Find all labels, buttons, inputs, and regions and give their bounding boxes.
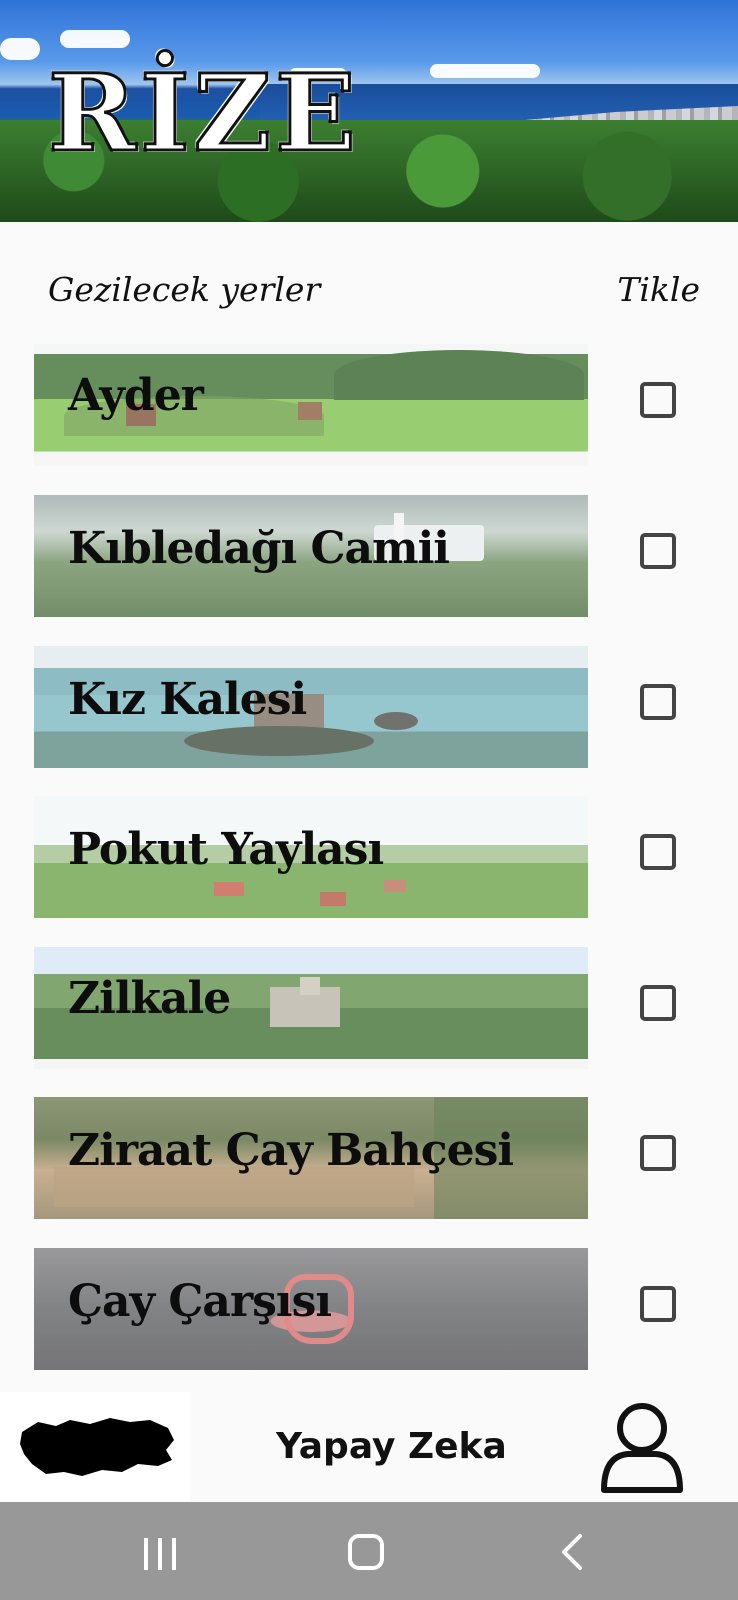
check-column-title: Tikle xyxy=(617,270,700,309)
ai-button-label[interactable]: Yapay Zeka xyxy=(276,1426,507,1467)
system-nav-bar xyxy=(0,1502,738,1600)
place-checkbox[interactable] xyxy=(640,382,676,418)
home-button[interactable] xyxy=(336,1530,396,1574)
place-checkbox[interactable] xyxy=(640,533,676,569)
place-checkbox[interactable] xyxy=(640,1135,676,1171)
banner-cloud xyxy=(0,38,40,60)
place-row-zilkale: Zilkale xyxy=(34,947,738,1069)
place-checkbox[interactable] xyxy=(640,985,676,1021)
place-name: Kıbledağı Camii xyxy=(68,523,450,574)
app-screen: RİZE Gezilecek yerler Tikle Ayder Kıbled… xyxy=(0,0,738,1600)
place-checkbox[interactable] xyxy=(640,684,676,720)
place-checkbox[interactable] xyxy=(640,1286,676,1322)
place-row-pokut: Pokut Yaylası xyxy=(34,796,738,918)
places-column-title: Gezilecek yerler xyxy=(48,270,321,309)
banner-cloud xyxy=(430,64,540,78)
user-icon xyxy=(601,1403,683,1493)
place-row-cay-carsisi: Çay Çarşısı xyxy=(34,1248,738,1370)
place-name: Çay Çarşısı xyxy=(68,1276,332,1327)
profile-button[interactable] xyxy=(598,1398,686,1498)
back-icon xyxy=(562,1534,582,1570)
place-name: Ziraat Çay Bahçesi xyxy=(68,1125,514,1176)
place-row-kiz-kalesi: Kız Kalesi xyxy=(34,646,738,768)
bottom-bar: Yapay Zeka xyxy=(0,1392,738,1502)
recents-icon xyxy=(144,1538,176,1570)
recents-button[interactable] xyxy=(130,1530,190,1574)
place-checkbox[interactable] xyxy=(640,834,676,870)
back-button[interactable] xyxy=(542,1530,602,1574)
place-name: Pokut Yaylası xyxy=(68,824,384,875)
place-name: Kız Kalesi xyxy=(68,674,307,725)
place-row-ayder: Ayder xyxy=(34,344,738,466)
home-icon xyxy=(348,1534,384,1570)
banner-logo: RİZE xyxy=(47,50,360,175)
turkey-map-icon xyxy=(20,1418,174,1476)
list-header: Gezilecek yerler Tikle xyxy=(0,270,738,320)
place-name: Ayder xyxy=(68,370,204,421)
rize-banner: RİZE xyxy=(0,0,738,222)
place-name: Zilkale xyxy=(68,973,231,1024)
place-row-ziraat: Ziraat Çay Bahçesi xyxy=(34,1097,738,1219)
place-row-kibledagi: Kıbledağı Camii xyxy=(34,495,738,617)
turkey-map-button[interactable] xyxy=(0,1392,190,1502)
banner-cloud xyxy=(60,30,130,48)
